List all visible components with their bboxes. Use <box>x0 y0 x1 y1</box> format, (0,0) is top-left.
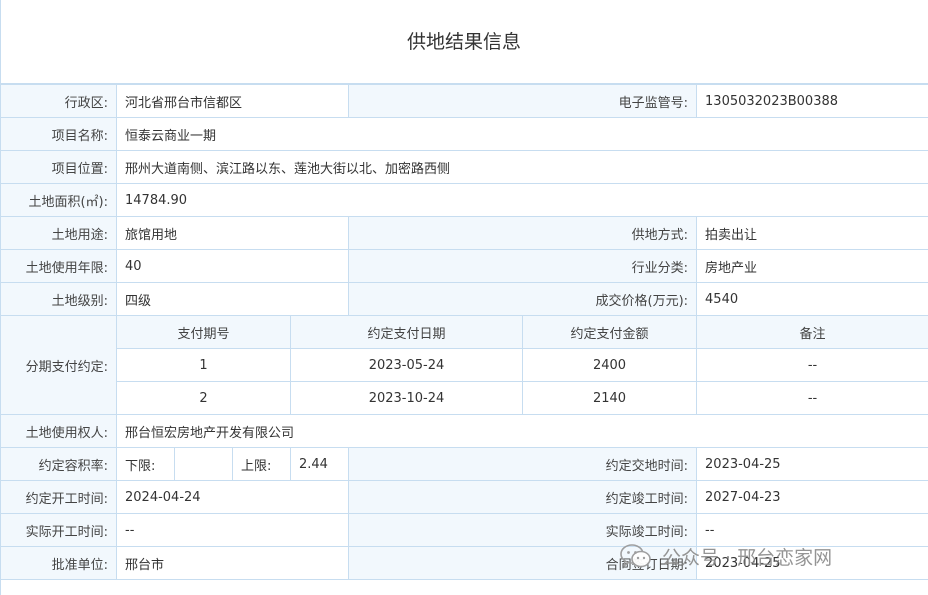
title-bar: 供地结果信息 <box>0 0 928 84</box>
installment-no: 2 <box>116 381 291 415</box>
price-label: 成交价格(万元): <box>348 282 698 316</box>
installment-no: 1 <box>116 348 291 382</box>
land-use-value: 旅馆用地 <box>115 216 350 250</box>
page-title: 供地结果信息 <box>406 31 521 53</box>
wechat-icon <box>620 544 651 568</box>
actual-start-label: 实际开工时间: <box>0 513 117 547</box>
installment-header-note: 备注 <box>696 315 928 349</box>
supply-method-label: 供地方式: <box>348 216 698 250</box>
installment-note: -- <box>696 348 928 382</box>
actual-start-value: -- <box>115 513 350 547</box>
years-label: 土地使用年限: <box>0 249 117 283</box>
row-start: 约定开工时间: 2024-04-24 约定竣工时间: 2027-04-23 <box>0 480 928 514</box>
supervision-no-label: 电子监管号: <box>348 84 698 118</box>
area-value: 14784.90 <box>115 183 928 217</box>
far-lower-label: 下限: <box>116 447 175 481</box>
row-land-use: 土地用途: 旅馆用地 供地方式: 拍卖出让 <box>0 216 928 250</box>
row-project-name: 项目名称: 恒泰云商业一期 <box>0 117 928 151</box>
row-area: 土地面积(㎡): 14784.90 <box>0 183 928 217</box>
row-floor-area-ratio: 约定容积率: 下限: 上限: 2.44 约定交地时间: 2023-04-25 <box>0 447 928 481</box>
project-name-value: 恒泰云商业一期 <box>115 117 928 151</box>
watermark: 公众号 · 邢台恋家网 <box>620 541 832 571</box>
industry-value: 房地产业 <box>696 249 928 283</box>
watermark-text: 公众号 · 邢台恋家网 <box>662 546 833 569</box>
years-value: 40 <box>115 249 350 283</box>
installment-amount: 2400 <box>522 348 698 382</box>
start-label: 约定开工时间: <box>0 480 117 514</box>
installment-header-amount: 约定支付金额 <box>522 315 698 349</box>
district-label: 行政区: <box>0 84 117 118</box>
installment-row: 1 2023-05-24 2400 -- <box>1 348 928 382</box>
far-upper-value: 2.44 <box>289 447 350 481</box>
grade-label: 土地级别: <box>0 282 117 316</box>
installment-header-row: 分期支付约定: 支付期号 约定支付日期 约定支付金额 备注 <box>0 315 928 415</box>
installment-date: 2023-05-24 <box>289 348 524 382</box>
location-label: 项目位置: <box>0 150 117 184</box>
price-value: 4540 <box>696 282 928 316</box>
installment-amount: 2140 <box>522 381 698 415</box>
area-label: 土地面积(㎡): <box>0 183 117 217</box>
start-value: 2024-04-24 <box>115 480 350 514</box>
land-supply-table: 行政区: 河北省邢台市信都区 电子监管号: 1305032023B00388 项… <box>0 84 928 580</box>
row-years: 土地使用年限: 40 行业分类: 房地产业 <box>0 249 928 283</box>
installment-note: -- <box>696 381 928 415</box>
land-use-label: 土地用途: <box>0 216 117 250</box>
left-border <box>0 0 1 595</box>
row-grade: 土地级别: 四级 成交价格(万元): 4540 <box>0 282 928 316</box>
delivery-label: 约定交地时间: <box>348 447 698 481</box>
approver-label: 批准单位: <box>0 546 117 580</box>
page: 供地结果信息 行政区: 河北省邢台市信都区 电子监管号: 1305032023B… <box>0 0 928 595</box>
completion-label: 约定竣工时间: <box>348 480 698 514</box>
installment-header-date: 约定支付日期 <box>289 315 524 349</box>
supervision-no-value: 1305032023B00388 <box>696 84 928 118</box>
completion-value: 2027-04-23 <box>696 480 928 514</box>
installment-row: 2 2023-10-24 2140 -- <box>1 381 928 415</box>
location-value: 邢州大道南侧、滨江路以东、莲池大街以北、加密路西侧 <box>115 150 928 184</box>
district-value: 河北省邢台市信都区 <box>115 84 350 118</box>
project-name-label: 项目名称: <box>0 117 117 151</box>
installment-header-no: 支付期号 <box>116 315 291 349</box>
installment-label: 分期支付约定: <box>0 315 117 415</box>
approver-value: 邢台市 <box>115 546 350 580</box>
supply-method-value: 拍卖出让 <box>696 216 928 250</box>
row-location: 项目位置: 邢州大道南侧、滨江路以东、莲池大街以北、加密路西侧 <box>0 150 928 184</box>
holder-value: 邢台恒宏房地产开发有限公司 <box>115 414 928 448</box>
industry-label: 行业分类: <box>348 249 698 283</box>
row-district: 行政区: 河北省邢台市信都区 电子监管号: 1305032023B00388 <box>0 84 928 118</box>
grade-value: 四级 <box>115 282 350 316</box>
far-lower-value <box>174 447 233 481</box>
far-upper-label: 上限: <box>232 447 291 481</box>
row-holder: 土地使用权人: 邢台恒宏房地产开发有限公司 <box>0 414 928 448</box>
installment-date: 2023-10-24 <box>289 381 524 415</box>
holder-label: 土地使用权人: <box>0 414 117 448</box>
delivery-value: 2023-04-25 <box>696 447 928 481</box>
far-label: 约定容积率: <box>0 447 117 481</box>
